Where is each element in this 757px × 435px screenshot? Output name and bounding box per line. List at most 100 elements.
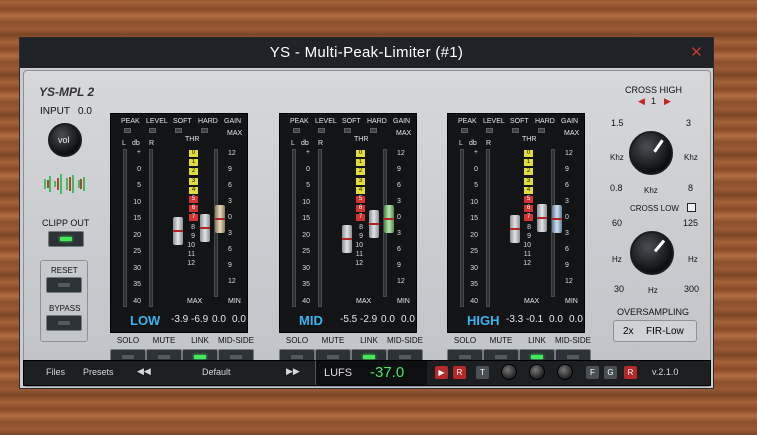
cross-high-knob[interactable] bbox=[629, 131, 673, 175]
thr-tick-label: 0 bbox=[189, 150, 198, 157]
clip-out-button[interactable] bbox=[48, 231, 84, 247]
hard-header: HARD bbox=[367, 118, 387, 125]
thr-tick-label: 1 bbox=[524, 159, 533, 167]
record-r-button[interactable]: R bbox=[453, 366, 466, 379]
peak-led bbox=[461, 128, 468, 133]
cross-low-knob[interactable] bbox=[630, 231, 674, 275]
thr-tick-label: 9 bbox=[191, 232, 195, 240]
gain-tick-label: 9 bbox=[228, 166, 232, 173]
high-hard-value: -0.1 bbox=[526, 314, 544, 325]
r-button[interactable]: R bbox=[624, 366, 637, 379]
gain-tick-label: 3 bbox=[397, 198, 401, 205]
input-value: 0.0 bbox=[78, 106, 92, 117]
low-gain-value-2: 0.0 bbox=[232, 314, 246, 325]
high-threshold-fader[interactable] bbox=[510, 215, 520, 243]
hard-header: HARD bbox=[535, 118, 555, 125]
cross-high-right-arrow[interactable]: ▶ bbox=[664, 96, 671, 107]
gain-min-label: MIN bbox=[565, 298, 578, 305]
gain-tick-label: 0 bbox=[397, 214, 401, 221]
soft-led bbox=[344, 128, 351, 133]
low-thr-value: -3.9 bbox=[171, 314, 189, 325]
high-mute-label: MUTE bbox=[489, 336, 513, 345]
lufs-value: -37.0 bbox=[370, 364, 405, 381]
cross-high-value: 1 bbox=[651, 96, 657, 106]
soft-header: SOFT bbox=[510, 118, 529, 125]
peak-led bbox=[293, 128, 300, 133]
mid-thr-value: -5.5 bbox=[340, 314, 358, 325]
low-threshold-fader[interactable] bbox=[173, 217, 183, 245]
mid-hard-fader[interactable] bbox=[369, 210, 379, 238]
high-gain-fader[interactable] bbox=[552, 205, 562, 233]
cross-high-unit-right: Khz bbox=[684, 153, 698, 162]
high-hard-fader[interactable] bbox=[537, 204, 547, 232]
gain-header: GAIN bbox=[393, 118, 411, 125]
cross-low-knob-unit: Hz bbox=[648, 286, 658, 295]
thr-tick-label: 6 bbox=[189, 205, 198, 213]
thr-tick-label: 3 bbox=[189, 177, 198, 185]
reset-button[interactable] bbox=[46, 277, 82, 293]
low-hard-fader[interactable] bbox=[200, 214, 210, 242]
gain-header: GAIN bbox=[561, 118, 579, 125]
footer-knob-2[interactable] bbox=[529, 364, 545, 380]
mid-gain-value: 0.0 bbox=[381, 314, 395, 325]
thr-tick-label: 3 bbox=[524, 177, 533, 185]
thr-tick-label: 7 bbox=[356, 214, 365, 222]
oversampling-selector[interactable]: 2x FIR-Low bbox=[613, 320, 697, 342]
low-gain-fader[interactable] bbox=[215, 205, 225, 233]
footer-knob-1[interactable] bbox=[501, 364, 517, 380]
db-label: db bbox=[132, 140, 140, 147]
mid-gain-fader[interactable] bbox=[384, 205, 394, 233]
mid-meter-right bbox=[318, 149, 322, 307]
preset-name[interactable]: Default bbox=[202, 367, 231, 377]
meter-tick-label: 35 bbox=[302, 281, 310, 288]
plugin-window: YS - Multi-Peak-Limiter (#1) ✕ YS-MPL 2 … bbox=[19, 37, 714, 389]
low-hard-value: -6.9 bbox=[191, 314, 209, 325]
next-preset-button[interactable]: ▶▶ bbox=[286, 366, 300, 377]
meter-tick-label: 0 bbox=[306, 165, 310, 173]
low-gain-value: 0.0 bbox=[212, 314, 226, 325]
meter-tick-label: 0 bbox=[137, 165, 141, 173]
thr-tick-label: 1 bbox=[356, 159, 365, 167]
thr-tick-label: 0 bbox=[356, 150, 365, 157]
mid-solo-label: SOLO bbox=[285, 336, 309, 345]
cross-high-left-arrow[interactable]: ◀ bbox=[638, 96, 645, 107]
thr-tick-label: 1 bbox=[189, 159, 198, 167]
cross-low-checkbox[interactable] bbox=[687, 203, 696, 212]
files-menu[interactable]: Files bbox=[46, 367, 65, 377]
t-button[interactable]: T bbox=[476, 366, 489, 379]
right-ch-label: R bbox=[318, 140, 324, 147]
meter-tick-label: 5 bbox=[306, 182, 310, 189]
play-button[interactable]: ▶ bbox=[435, 366, 448, 379]
meter-tick-label: + bbox=[305, 149, 310, 156]
thr-tick-label: 12 bbox=[523, 260, 531, 268]
meter-tick-label: 10 bbox=[133, 198, 141, 206]
presets-menu[interactable]: Presets bbox=[83, 367, 114, 377]
prev-preset-button[interactable]: ◀◀ bbox=[137, 366, 151, 377]
meter-tick-label: 15 bbox=[133, 215, 141, 222]
gain-tick-label: 3 bbox=[565, 230, 569, 237]
mid-gain-value-2: 0.0 bbox=[401, 314, 415, 325]
thr-tick-label: 4 bbox=[356, 186, 365, 194]
high-gain-value-2: 0.0 bbox=[569, 314, 583, 325]
thr-tick-label: 8 bbox=[191, 223, 195, 231]
gain-tick-label: 3 bbox=[565, 198, 569, 205]
meter-tick-label: 0 bbox=[474, 165, 478, 173]
input-volume-knob[interactable]: vol bbox=[48, 123, 82, 157]
gain-tick-label: 6 bbox=[565, 182, 569, 189]
level-led bbox=[149, 128, 156, 133]
mid-threshold-fader[interactable] bbox=[342, 225, 352, 253]
bypass-button[interactable] bbox=[46, 315, 82, 331]
gain-tick-label: 9 bbox=[397, 166, 401, 173]
thr-tick-label: 4 bbox=[189, 186, 198, 194]
thr-tick-label: 2 bbox=[189, 168, 198, 176]
meter-tick-label: + bbox=[136, 149, 141, 156]
knob-label: vol bbox=[58, 135, 70, 145]
peak-header: PEAK bbox=[290, 118, 309, 125]
left-ch-label: L bbox=[459, 140, 463, 147]
left-ch-label: L bbox=[122, 140, 126, 147]
f-button[interactable]: F bbox=[586, 366, 599, 379]
g-button[interactable]: G bbox=[604, 366, 617, 379]
db-label: db bbox=[301, 140, 309, 147]
footer-knob-3[interactable] bbox=[557, 364, 573, 380]
close-icon[interactable]: ✕ bbox=[690, 38, 703, 68]
